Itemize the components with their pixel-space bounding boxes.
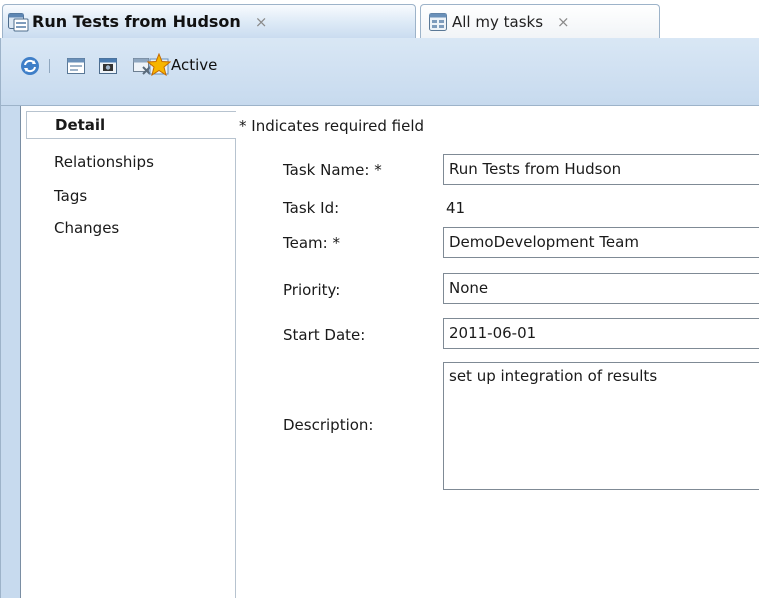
team-label: Team: *: [283, 234, 340, 252]
start-date-label: Start Date:: [283, 326, 366, 344]
nav-item-label: Tags: [54, 187, 88, 205]
task-id-value: 41: [446, 199, 466, 217]
required-field-note: * Indicates required field: [239, 117, 425, 135]
nav-item-relationships[interactable]: Relationships: [26, 148, 235, 176]
nav-item-label: Relationships: [54, 153, 154, 171]
priority-select[interactable]: None: [443, 273, 759, 304]
nav-item-changes[interactable]: Changes: [26, 214, 235, 242]
team-input[interactable]: DemoDevelopment Team: [443, 227, 759, 258]
task-name-input[interactable]: Run Tests from Hudson: [443, 154, 759, 185]
editor-left-gutter: [0, 106, 20, 598]
priority-label: Priority:: [283, 281, 341, 299]
task-icon: [8, 12, 29, 31]
tab-run-tests-from-hudson[interactable]: Run Tests from Hudson ×: [2, 4, 416, 38]
task-list-icon: [429, 12, 447, 31]
nav-item-detail[interactable]: Detail: [26, 111, 236, 139]
tab-all-my-tasks[interactable]: All my tasks ×: [420, 4, 660, 38]
editor-tab-strip: Run Tests from Hudson × All my tasks ×: [0, 0, 759, 38]
toolbar-separator: [49, 59, 50, 73]
task-name-label: Task Name: *: [283, 161, 382, 179]
save-icon[interactable]: [97, 55, 119, 77]
start-date-input[interactable]: 2011-06-01: [443, 318, 759, 349]
nav-item-tags[interactable]: Tags: [26, 182, 235, 210]
open-in-browser-icon[interactable]: [65, 55, 87, 77]
description-textarea[interactable]: set up integration of results: [443, 362, 759, 490]
favorite-star-icon[interactable]: [147, 53, 171, 77]
nav-item-label: Detail: [55, 116, 106, 134]
section-nav: Detail Relationships Tags Changes: [26, 111, 236, 598]
tab-label: All my tasks: [452, 12, 544, 31]
tab-label: Run Tests from Hudson: [32, 12, 241, 31]
task-id-label: Task Id:: [283, 199, 340, 217]
editor-toolbar: Active: [0, 38, 759, 106]
description-label: Description:: [283, 416, 374, 434]
nav-item-label: Changes: [54, 219, 120, 237]
close-icon[interactable]: ×: [255, 13, 268, 31]
refresh-icon[interactable]: [19, 55, 41, 77]
close-icon[interactable]: ×: [557, 13, 570, 31]
task-state-label[interactable]: Active: [171, 56, 217, 74]
